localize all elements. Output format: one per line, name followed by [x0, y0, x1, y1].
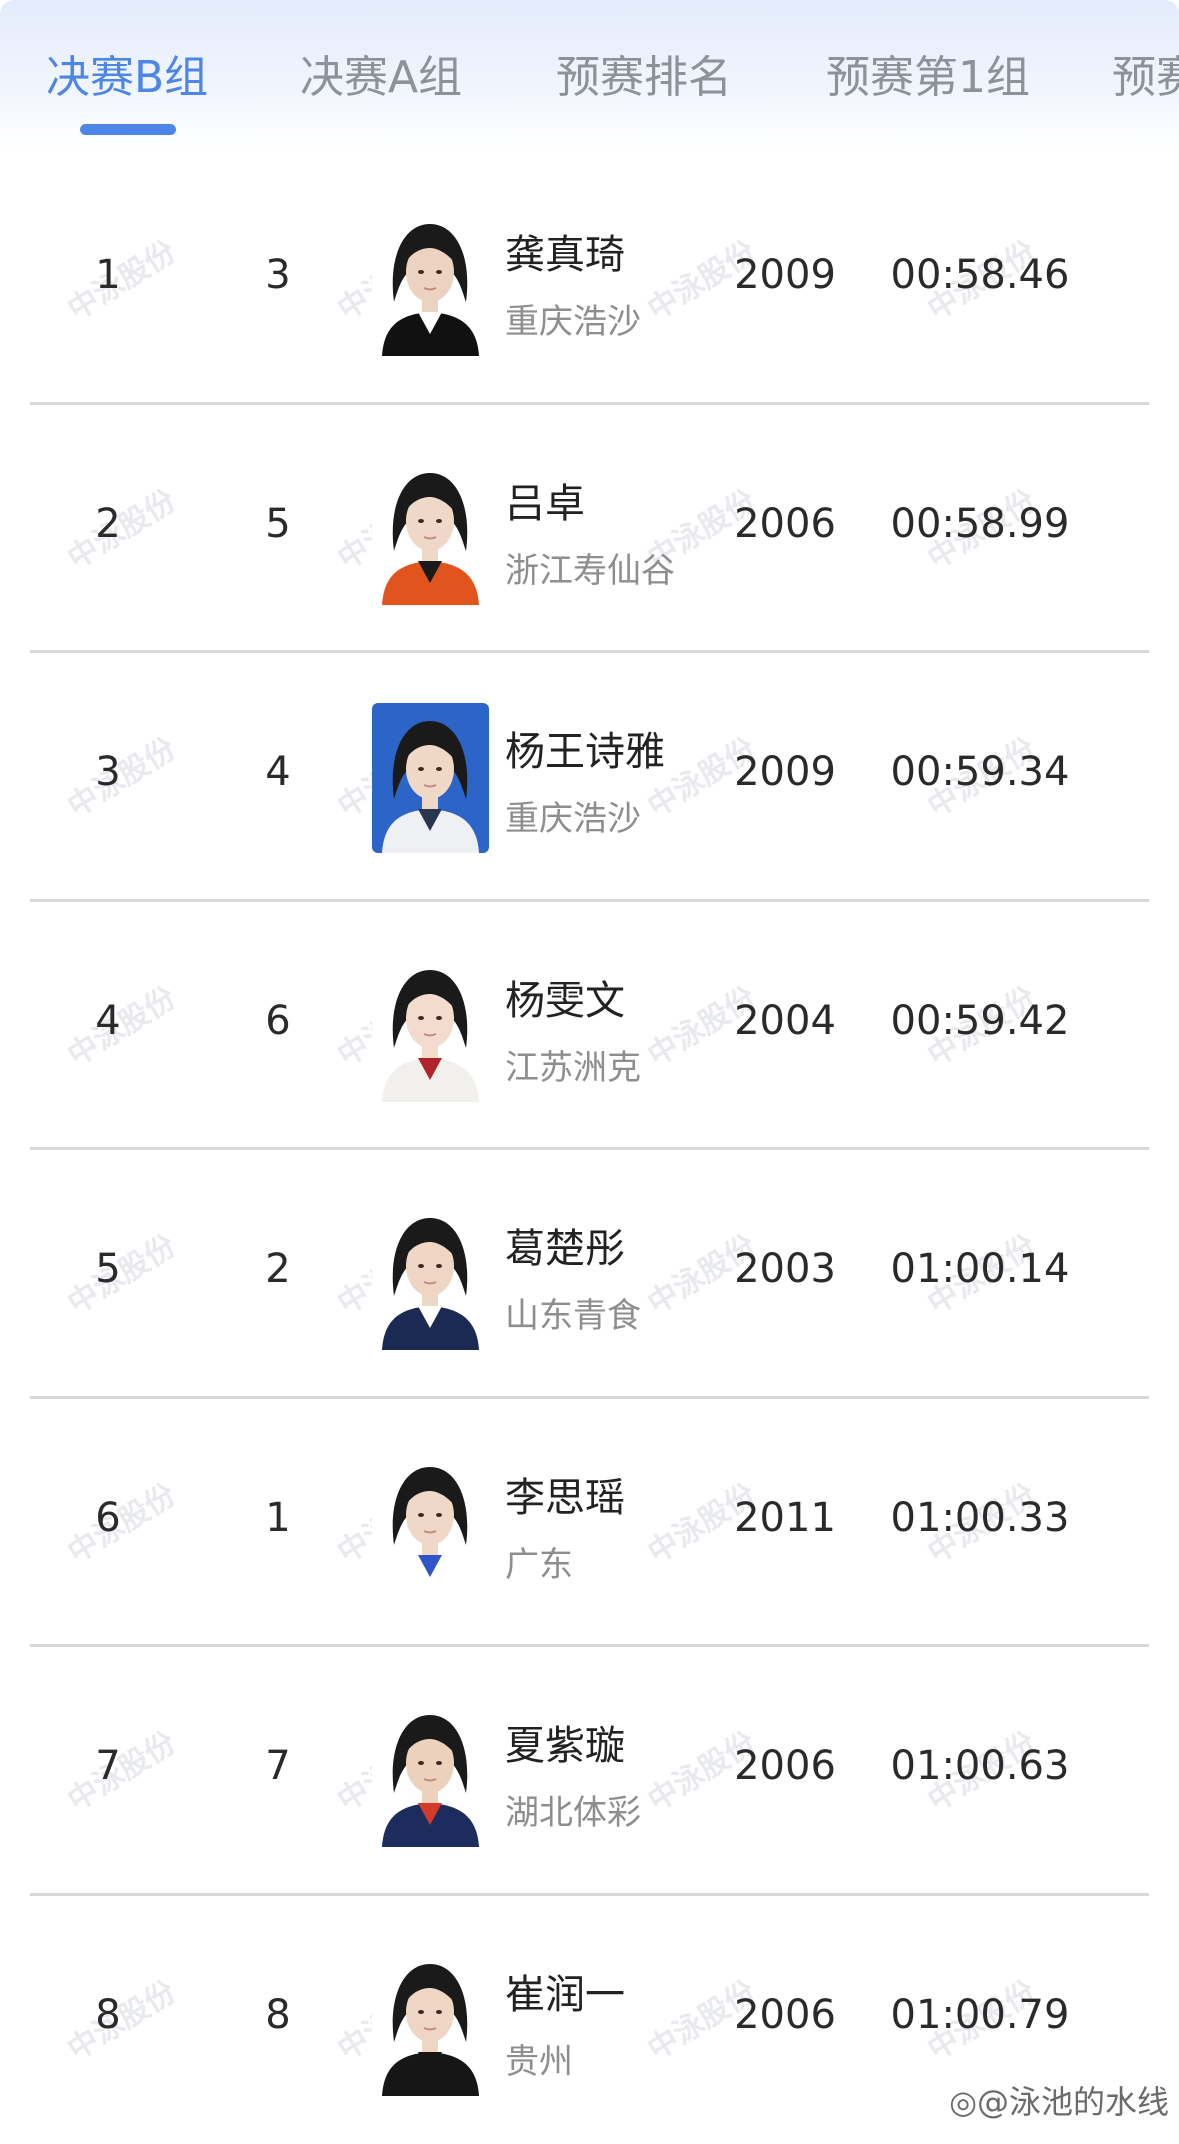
rank: 6 [88, 1495, 128, 1541]
result-row[interactable]: 中泳股份 中泳股份 中泳股份 中泳股份 2 5 吕卓 浙江寿仙谷 2006 00… [0, 405, 1179, 654]
active-tab-indicator [80, 124, 176, 135]
footer-watermark: ◎@泳池的水线 [949, 2077, 1169, 2123]
result-row[interactable]: 中泳股份 中泳股份 中泳股份 中泳股份 4 6 杨雯文 江苏洲克 2004 00… [0, 902, 1179, 1151]
athlete-name: 李思瑶 [505, 1465, 625, 1523]
athlete-name: 杨雯文 [505, 968, 625, 1026]
athlete-team: 山东青食 [505, 1288, 641, 1337]
result-row[interactable]: 中泳股份 中泳股份 中泳股份 中泳股份 6 1 李思瑶 广东 2011 01:0… [0, 1399, 1179, 1648]
result-time: 00:59.34 [880, 749, 1080, 795]
athlete-team: 江苏洲克 [505, 1040, 641, 1089]
result-time: 01:00.79 [880, 1992, 1080, 2038]
athlete-name: 夏紫璇 [505, 1713, 625, 1771]
footer-watermark-text: @泳池的水线 [977, 2083, 1169, 2121]
tab-final-b[interactable]: 决赛B组 [46, 50, 208, 106]
birth-year: 2011 [725, 1495, 845, 1541]
athlete-photo [372, 206, 489, 356]
athlete-team: 浙江寿仙谷 [505, 543, 675, 592]
lane: 3 [258, 252, 298, 298]
birth-year: 2003 [725, 1246, 845, 1292]
athlete-photo [372, 1946, 489, 2096]
rank: 8 [88, 1992, 128, 2038]
result-time: 01:00.63 [880, 1743, 1080, 1789]
result-time: 01:00.14 [880, 1246, 1080, 1292]
athlete-name: 龚真琦 [505, 222, 625, 280]
result-time: 00:58.99 [880, 501, 1080, 547]
lane: 5 [258, 501, 298, 547]
birth-year: 2006 [725, 501, 845, 547]
weibo-icon: ◎ [949, 2083, 977, 2121]
result-row[interactable]: 中泳股份 中泳股份 中泳股份 中泳股份 7 7 夏紫璇 湖北体彩 2006 01… [0, 1647, 1179, 1896]
birth-year: 2009 [725, 252, 845, 298]
results-list: 中泳股份 中泳股份 中泳股份 中泳股份 1 3 龚真琦 重庆浩沙 2009 00… [0, 156, 1179, 2144]
athlete-team: 重庆浩沙 [505, 791, 641, 840]
birth-year: 2006 [725, 1992, 845, 2038]
birth-year: 2006 [725, 1743, 845, 1789]
athlete-photo [372, 1697, 489, 1847]
rank: 7 [88, 1743, 128, 1789]
tab-heats-more[interactable]: 预赛 [1112, 50, 1179, 106]
tab-final-a[interactable]: 决赛A组 [300, 50, 462, 106]
result-row[interactable]: 中泳股份 中泳股份 中泳股份 中泳股份 3 4 杨王诗雅 重庆浩沙 2009 0… [0, 653, 1179, 902]
result-time: 00:59.42 [880, 998, 1080, 1044]
result-row[interactable]: 中泳股份 中泳股份 中泳股份 中泳股份 5 2 葛楚彤 山东青食 2003 01… [0, 1150, 1179, 1399]
athlete-name: 吕卓 [505, 471, 585, 529]
tab-bar: 决赛B组 决赛A组 预赛排名 预赛第1组 预赛 [0, 0, 1179, 150]
lane: 7 [258, 1743, 298, 1789]
rank: 3 [88, 749, 128, 795]
tab-heat-1[interactable]: 预赛第1组 [826, 50, 1030, 106]
athlete-photo [372, 703, 489, 853]
athlete-photo [372, 455, 489, 605]
rank: 5 [88, 1246, 128, 1292]
athlete-photo [372, 1449, 489, 1599]
rank: 1 [88, 252, 128, 298]
athlete-team: 广东 [505, 1537, 573, 1586]
result-row[interactable]: 中泳股份 中泳股份 中泳股份 中泳股份 1 3 龚真琦 重庆浩沙 2009 00… [0, 156, 1179, 405]
lane: 8 [258, 1992, 298, 2038]
result-time: 01:00.33 [880, 1495, 1080, 1541]
athlete-photo [372, 952, 489, 1102]
lane: 1 [258, 1495, 298, 1541]
lane: 6 [258, 998, 298, 1044]
athlete-team: 贵州 [505, 2034, 573, 2083]
lane: 2 [258, 1246, 298, 1292]
athlete-team: 湖北体彩 [505, 1785, 641, 1834]
tab-heats-ranking[interactable]: 预赛排名 [556, 50, 732, 106]
rank: 4 [88, 998, 128, 1044]
athlete-team: 重庆浩沙 [505, 294, 641, 343]
athlete-name: 杨王诗雅 [505, 719, 665, 777]
athlete-photo [372, 1200, 489, 1350]
athlete-name: 崔润一 [505, 1962, 625, 2020]
lane: 4 [258, 749, 298, 795]
athlete-name: 葛楚彤 [505, 1216, 625, 1274]
birth-year: 2009 [725, 749, 845, 795]
rank: 2 [88, 501, 128, 547]
birth-year: 2004 [725, 998, 845, 1044]
result-time: 00:58.46 [880, 252, 1080, 298]
